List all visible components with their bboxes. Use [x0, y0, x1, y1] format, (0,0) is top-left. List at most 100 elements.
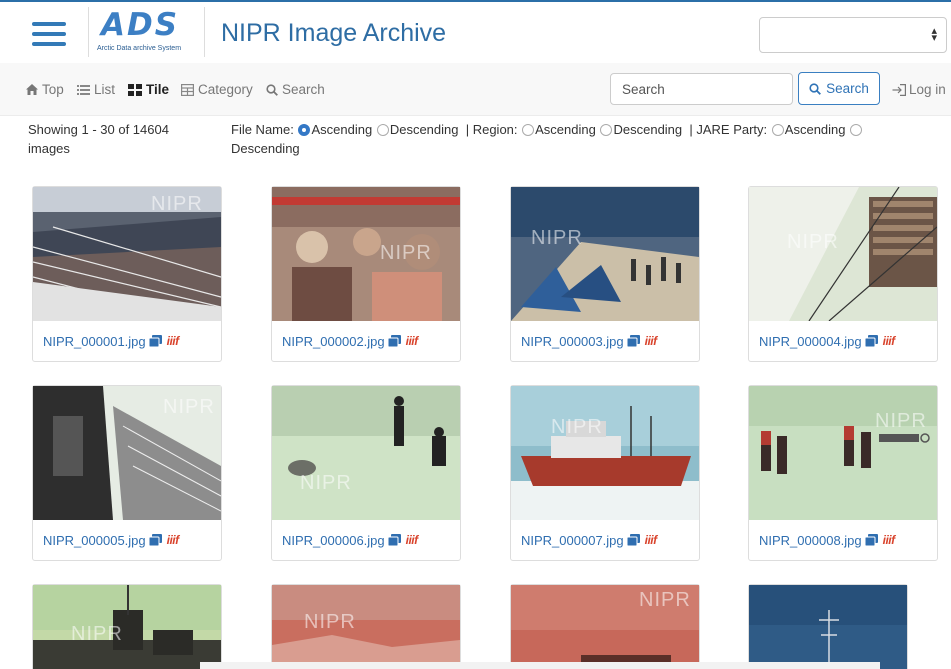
photo-seal-ice: [272, 386, 460, 520]
image-file-link[interactable]: NIPR_000005.jpg: [43, 533, 146, 548]
sort-file-name-descending-radio[interactable]: [376, 124, 389, 136]
iiif-icon[interactable]: iiif: [883, 533, 896, 547]
image-thumbnail[interactable]: NIPR: [511, 585, 699, 669]
search-button-label: Search: [826, 81, 869, 96]
nav-category-label: Category: [198, 82, 253, 97]
horizontal-scrollbar[interactable]: [200, 662, 880, 669]
sort-region-label: | Region:: [465, 122, 518, 137]
list-icon: [77, 84, 90, 95]
image-caption: NIPR_000007.jpg iiif: [511, 520, 699, 560]
results-count: Showing 1 - 30 of 14604 images: [28, 122, 169, 156]
iiif-icon[interactable]: iiif: [883, 334, 896, 348]
copy-icon[interactable]: [626, 335, 640, 348]
iiif-icon[interactable]: iiif: [167, 533, 180, 547]
sort-region-ascending-label: Ascending: [535, 122, 596, 137]
image-file-link[interactable]: NIPR_000006.jpg: [282, 533, 385, 548]
copy-icon[interactable]: [864, 335, 878, 348]
image-thumbnail[interactable]: NIPR: [272, 585, 460, 669]
copy-icon[interactable]: [387, 335, 401, 348]
sort-file-name-ascending-label: Ascending: [311, 122, 373, 137]
copy-icon[interactable]: [387, 534, 401, 547]
hamburger-menu-icon[interactable]: [32, 22, 66, 46]
nav-list[interactable]: List: [77, 82, 115, 97]
logo-subtitle: Arctic Data archive System: [97, 45, 182, 52]
language-select[interactable]: ▴ ▾: [759, 17, 947, 53]
image-thumbnail[interactable]: NIPR: [33, 585, 221, 669]
image-caption: NIPR_000008.jpg iiif: [749, 520, 937, 560]
watermark: NIPR: [151, 193, 203, 215]
select-arrows-icon: ▴ ▾: [931, 25, 937, 44]
nav-bar: Top List Tile Category Search Search Log…: [0, 63, 951, 116]
nav-top-label: Top: [42, 82, 64, 97]
watermark: NIPR: [787, 231, 839, 253]
image-card: NIPR NIPR_000007.jpg iiif: [510, 385, 700, 561]
nav-tile[interactable]: Tile: [128, 82, 169, 97]
copy-icon[interactable]: [148, 534, 162, 547]
ads-logo[interactable]: ADS Arctic Data archive System: [88, 7, 205, 57]
logo-mark: ADS: [101, 7, 180, 43]
watermark: NIPR: [639, 589, 691, 611]
app-title[interactable]: NIPR Image Archive: [221, 19, 446, 48]
image-card: NIPR NIPR_000002.jpg iiif: [271, 186, 461, 362]
image-thumbnail[interactable]: NIPR: [33, 187, 221, 321]
iiif-icon[interactable]: iiif: [406, 533, 419, 547]
sort-region-ascending-radio[interactable]: [522, 124, 535, 136]
copy-icon[interactable]: [864, 534, 878, 547]
image-thumbnail[interactable]: NIPR: [33, 386, 221, 520]
image-thumbnail[interactable]: NIPR: [511, 187, 699, 321]
search-button[interactable]: Search: [798, 72, 880, 105]
nav-category[interactable]: Category: [181, 82, 253, 97]
image-caption: NIPR_000001.jpg iiif: [33, 321, 221, 361]
image-file-link[interactable]: NIPR_000007.jpg: [521, 533, 624, 548]
image-card: NIPR NIPR_000006.jpg iiif: [271, 385, 461, 561]
image-caption: NIPR_000002.jpg iiif: [272, 321, 460, 361]
image-caption: NIPR_000006.jpg iiif: [272, 520, 460, 560]
sort-jare-label: | JARE Party:: [689, 122, 768, 137]
image-file-link[interactable]: NIPR_000003.jpg: [521, 334, 624, 349]
copy-icon[interactable]: [148, 335, 162, 348]
image-card: NIPR: [32, 584, 222, 669]
nav-search-label: Search: [282, 82, 325, 97]
iiif-icon[interactable]: iiif: [645, 533, 658, 547]
image-card: NIPR NIPR_000008.jpg iiif: [748, 385, 938, 561]
photo-red-tinted-ice: [272, 585, 460, 669]
copy-icon[interactable]: [626, 534, 640, 547]
image-card: NIPR NIPR_000004.jpg iiif: [748, 186, 938, 362]
image-thumbnail[interactable]: NIPR: [749, 187, 937, 321]
iiif-icon[interactable]: iiif: [406, 334, 419, 348]
image-card: NIPR NIPR_000001.jpg iiif: [32, 186, 222, 362]
sort-jare-descending-radio[interactable]: [850, 124, 863, 136]
sort-jare-ascending-radio[interactable]: [771, 124, 784, 136]
sort-jare-descending-label: Descending: [231, 141, 300, 156]
image-file-link[interactable]: NIPR_000002.jpg: [282, 334, 385, 349]
image-caption: NIPR_000003.jpg iiif: [511, 321, 699, 361]
image-thumbnail[interactable]: [749, 585, 907, 669]
image-thumbnail[interactable]: NIPR: [511, 386, 699, 520]
image-thumbnail[interactable]: NIPR: [272, 386, 460, 520]
home-icon: [26, 84, 38, 95]
search-input[interactable]: [610, 73, 793, 105]
watermark: NIPR: [300, 472, 352, 494]
image-file-link[interactable]: NIPR_000004.jpg: [759, 334, 862, 349]
image-card: NIPR: [510, 584, 700, 669]
image-thumbnail[interactable]: NIPR: [272, 187, 460, 321]
photo-vehicle-crowd: [33, 585, 221, 669]
watermark: NIPR: [304, 611, 356, 633]
watermark: NIPR: [875, 410, 927, 432]
iiif-icon[interactable]: iiif: [167, 334, 180, 348]
sort-file-name-label: File Name:: [231, 122, 294, 137]
photo-ship-cargo: [749, 187, 937, 321]
photo-icebreaker-ship: [511, 386, 699, 520]
image-thumbnail[interactable]: NIPR: [749, 386, 937, 520]
nav-search[interactable]: Search: [266, 82, 325, 97]
image-file-link[interactable]: NIPR_000008.jpg: [759, 533, 862, 548]
login-link[interactable]: Log in: [892, 82, 946, 97]
image-card: NIPR: [271, 584, 461, 669]
image-file-link[interactable]: NIPR_000001.jpg: [43, 334, 146, 349]
iiif-icon[interactable]: iiif: [645, 334, 658, 348]
category-icon: [181, 83, 194, 96]
tile-icon: [128, 83, 142, 96]
sort-file-name-ascending-radio[interactable]: [298, 124, 311, 136]
nav-top[interactable]: Top: [26, 82, 64, 97]
sort-region-descending-radio[interactable]: [600, 124, 613, 136]
